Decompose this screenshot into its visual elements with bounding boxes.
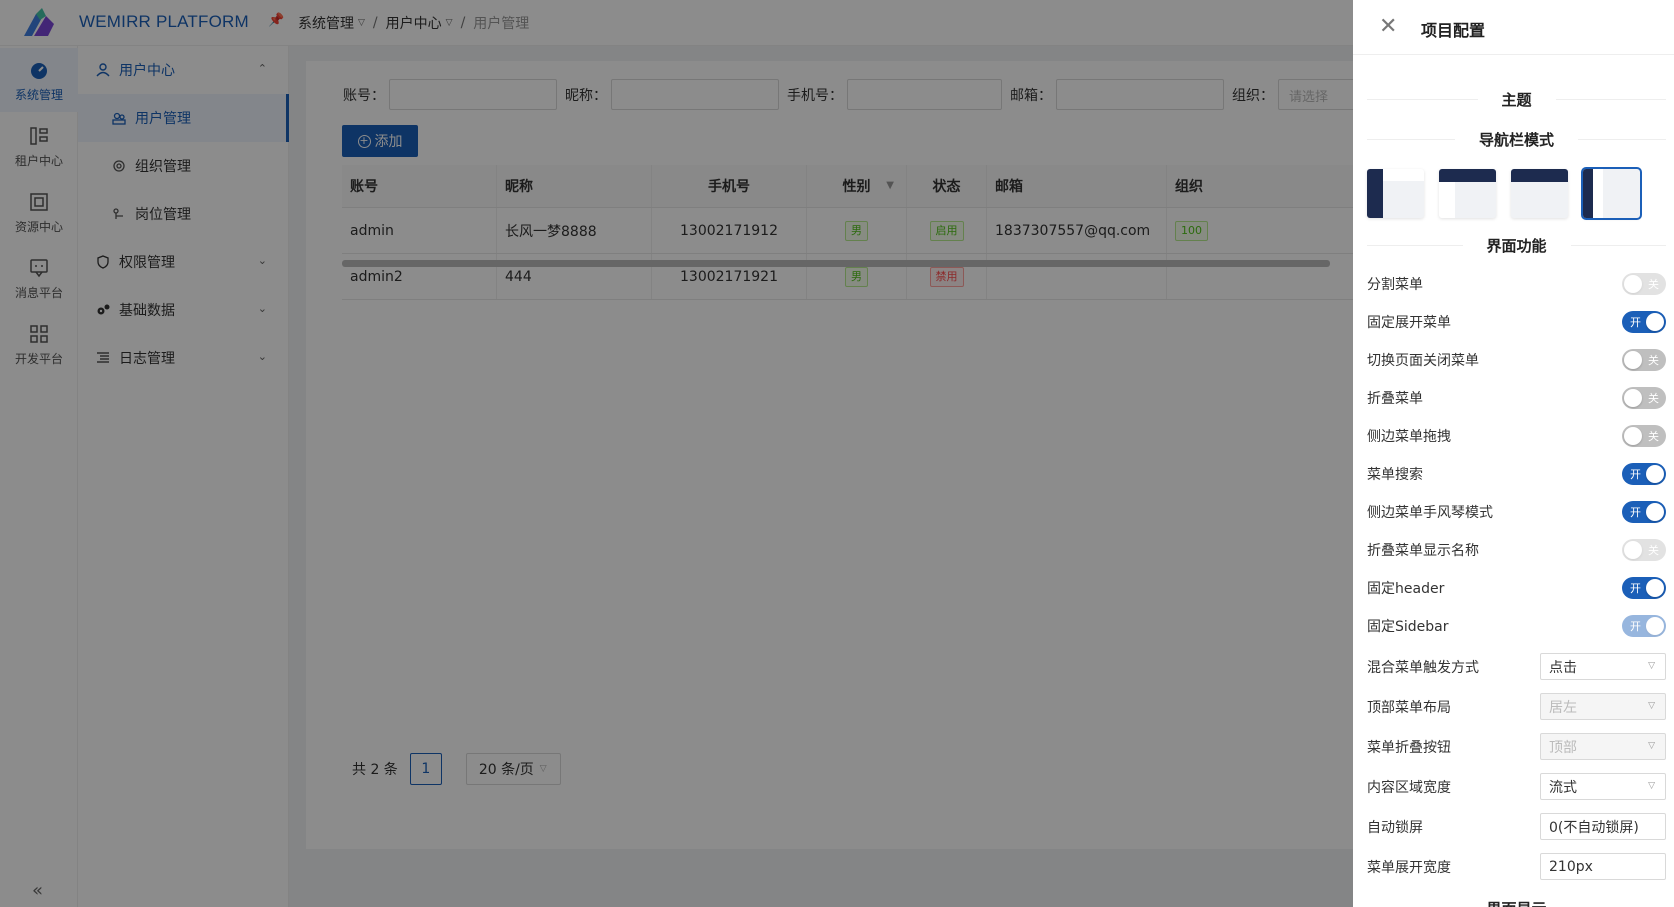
setting-row: 侧边菜单手风琴模式 开 [1367,501,1666,523]
setting-label: 折叠菜单显示名称 [1367,543,1479,559]
setting-toggle[interactable]: 开 [1622,577,1666,599]
setting-label: 菜单折叠按钮 [1367,740,1451,756]
setting-label: 自动锁屏 [1367,820,1423,836]
setting-row: 菜单折叠按钮 顶部 ▽ [1367,733,1666,760]
setting-select[interactable]: 点击 ▽ [1540,653,1666,680]
nav-mode-sidebar[interactable] [1367,169,1424,218]
setting-label: 侧边菜单手风琴模式 [1367,505,1493,521]
section-display: 界面显示 [1367,897,1666,907]
setting-toggle[interactable]: 开 [1622,311,1666,333]
setting-toggle[interactable]: 关 [1622,387,1666,409]
setting-row: 折叠菜单显示名称 关 [1367,539,1666,561]
setting-toggle: 关 [1622,539,1666,561]
setting-row: 固定展开菜单 开 [1367,311,1666,333]
nav-mode-options [1367,167,1655,220]
setting-row: 侧边菜单拖拽 关 [1367,425,1666,447]
setting-label: 菜单搜索 [1367,467,1423,483]
setting-toggle[interactable]: 开 [1622,463,1666,485]
setting-row: 固定Sidebar 开 [1367,615,1666,637]
chevron-down-icon: ▽ [1648,781,1655,791]
setting-select: 顶部 ▽ [1540,733,1666,760]
setting-label: 分割菜单 [1367,277,1423,293]
setting-row: 自动锁屏 0(不自动锁屏) [1367,813,1666,840]
project-config-drawer: ✕ 项目配置 主题 导航栏模式 界面功能 分割菜单关固定展开菜单开切换页面关闭菜… [1353,0,1674,907]
setting-row: 菜单搜索 开 [1367,463,1666,485]
setting-toggle[interactable]: 关 [1622,349,1666,371]
setting-row: 折叠菜单 关 [1367,387,1666,409]
section-features: 界面功能 [1367,234,1667,256]
setting-row: 混合菜单触发方式 点击 ▽ [1367,653,1666,680]
setting-row: 内容区域宽度 流式 ▽ [1367,773,1666,800]
chevron-down-icon: ▽ [1648,661,1655,671]
setting-label: 顶部菜单布局 [1367,700,1451,716]
setting-row: 固定header 开 [1367,577,1666,599]
setting-select[interactable]: 流式 ▽ [1540,773,1666,800]
setting-label: 内容区域宽度 [1367,780,1451,796]
setting-label: 固定header [1367,581,1445,597]
setting-toggle: 开 [1622,615,1666,637]
drawer-header: ✕ 项目配置 [1353,0,1674,55]
setting-input[interactable]: 0(不自动锁屏) [1540,813,1666,840]
nav-mode-mix-sidebar[interactable] [1581,167,1642,220]
setting-label: 折叠菜单 [1367,391,1423,407]
setting-row: 切换页面关闭菜单 关 [1367,349,1666,371]
setting-toggle[interactable]: 关 [1622,425,1666,447]
setting-label: 混合菜单触发方式 [1367,660,1479,676]
setting-toggle[interactable]: 开 [1622,501,1666,523]
setting-label: 切换页面关闭菜单 [1367,353,1479,369]
chevron-down-icon: ▽ [1648,741,1655,751]
section-theme: 主题 [1367,88,1667,110]
setting-input[interactable]: 210px [1540,853,1666,880]
setting-row: 分割菜单 关 [1367,273,1666,295]
setting-toggle: 关 [1622,273,1666,295]
close-icon[interactable]: ✕ [1379,14,1397,39]
nav-mode-top[interactable] [1511,169,1568,218]
setting-row: 菜单展开宽度 210px [1367,853,1666,880]
setting-row: 顶部菜单布局 居左 ▽ [1367,693,1666,720]
setting-label: 侧边菜单拖拽 [1367,429,1451,445]
setting-select: 居左 ▽ [1540,693,1666,720]
setting-label: 固定Sidebar [1367,619,1449,635]
setting-label: 固定展开菜单 [1367,315,1451,331]
setting-label: 菜单展开宽度 [1367,860,1451,876]
section-nav-mode: 导航栏模式 [1367,128,1667,150]
drawer-title: 项目配置 [1421,21,1486,40]
nav-mode-mix-top[interactable] [1439,169,1496,218]
chevron-down-icon: ▽ [1648,701,1655,711]
